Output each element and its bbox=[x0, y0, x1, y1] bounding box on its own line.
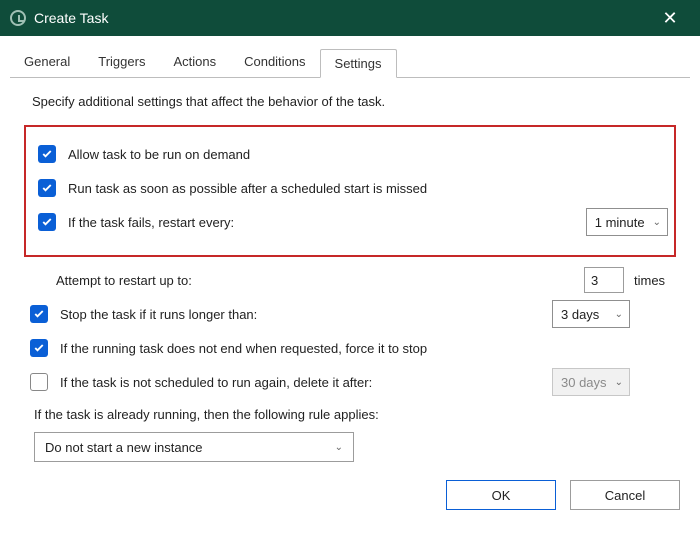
input-attempt-restart[interactable]: 3 bbox=[584, 267, 624, 293]
label-rule: If the task is already running, then the… bbox=[26, 407, 674, 422]
titlebar: Create Task ✕ bbox=[0, 0, 700, 36]
chevron-down-icon: ⌄ bbox=[335, 442, 343, 453]
dropdown-delete-after: 30 days ⌄ bbox=[552, 368, 630, 396]
row-force-stop: If the running task does not end when re… bbox=[26, 331, 674, 365]
dropdown-rule-value: Do not start a new instance bbox=[45, 440, 203, 455]
chevron-down-icon: ⌄ bbox=[607, 377, 623, 388]
checkbox-allow-on-demand[interactable] bbox=[38, 145, 56, 163]
button-bar: OK Cancel bbox=[0, 462, 700, 510]
chevron-down-icon: ⌄ bbox=[607, 309, 623, 320]
row-allow-on-demand: Allow task to be run on demand bbox=[34, 137, 668, 171]
close-icon[interactable]: ✕ bbox=[650, 8, 690, 29]
label-restart-on-fail: If the task fails, restart every: bbox=[68, 215, 234, 230]
chevron-down-icon: ⌄ bbox=[645, 217, 661, 228]
checkbox-stop-long[interactable] bbox=[30, 305, 48, 323]
tab-settings[interactable]: Settings bbox=[320, 49, 397, 78]
label-delete-after: If the task is not scheduled to run agai… bbox=[60, 375, 372, 390]
checkbox-delete-after[interactable] bbox=[30, 373, 48, 391]
label-force-stop: If the running task does not end when re… bbox=[60, 341, 427, 356]
label-attempt-restart: Attempt to restart up to: bbox=[56, 273, 192, 288]
dropdown-restart-interval[interactable]: 1 minute ⌄ bbox=[586, 208, 668, 236]
label-attempt-suffix: times bbox=[634, 273, 674, 288]
input-attempt-value: 3 bbox=[591, 273, 598, 288]
label-run-asap: Run task as soon as possible after a sch… bbox=[68, 181, 427, 196]
checkbox-run-asap[interactable] bbox=[38, 179, 56, 197]
dropdown-rule[interactable]: Do not start a new instance ⌄ bbox=[34, 432, 354, 462]
tab-general[interactable]: General bbox=[10, 48, 84, 77]
tab-actions[interactable]: Actions bbox=[159, 48, 230, 77]
clock-icon bbox=[10, 10, 26, 26]
checkbox-restart-on-fail[interactable] bbox=[38, 213, 56, 231]
highlight-box: Allow task to be run on demand Run task … bbox=[24, 125, 676, 257]
ok-button[interactable]: OK bbox=[446, 480, 556, 510]
row-attempt-restart: Attempt to restart up to: 3 times bbox=[26, 263, 674, 297]
window-title: Create Task bbox=[34, 10, 108, 26]
dropdown-stop-long[interactable]: 3 days ⌄ bbox=[552, 300, 630, 328]
tab-triggers[interactable]: Triggers bbox=[84, 48, 159, 77]
settings-panel: Specify additional settings that affect … bbox=[10, 77, 690, 462]
row-run-asap: Run task as soon as possible after a sch… bbox=[34, 171, 668, 205]
row-delete-after: If the task is not scheduled to run agai… bbox=[26, 365, 674, 399]
cancel-button[interactable]: Cancel bbox=[570, 480, 680, 510]
checkbox-force-stop[interactable] bbox=[30, 339, 48, 357]
row-restart-on-fail: If the task fails, restart every: 1 minu… bbox=[34, 205, 668, 239]
dropdown-stop-value: 3 days bbox=[561, 307, 599, 322]
tab-bar: General Triggers Actions Conditions Sett… bbox=[10, 48, 690, 77]
label-allow-on-demand: Allow task to be run on demand bbox=[68, 147, 250, 162]
dropdown-restart-value: 1 minute bbox=[595, 215, 645, 230]
settings-description: Specify additional settings that affect … bbox=[26, 88, 674, 123]
dropdown-delete-value: 30 days bbox=[561, 375, 607, 390]
row-stop-long: Stop the task if it runs longer than: 3 … bbox=[26, 297, 674, 331]
tab-conditions[interactable]: Conditions bbox=[230, 48, 319, 77]
label-stop-long: Stop the task if it runs longer than: bbox=[60, 307, 257, 322]
